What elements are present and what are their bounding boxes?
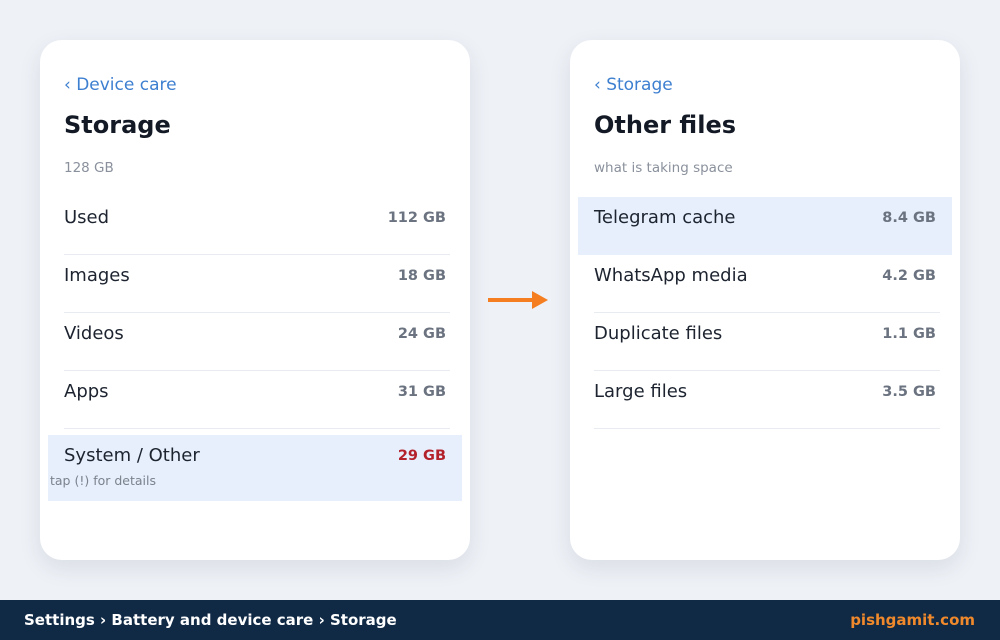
- row-value: 112 GB: [387, 210, 446, 226]
- file-row-large-files[interactable]: Large files 3.5 GB: [594, 371, 940, 429]
- total-capacity-label: 128 GB: [64, 160, 114, 176]
- footer-bar: Settings › Battery and device care › Sto…: [0, 600, 1000, 640]
- row-value: 18 GB: [397, 268, 446, 284]
- storage-row-system-other[interactable]: System / Other 29 GB tap (!) for details: [48, 435, 462, 501]
- row-value: 8.4 GB: [882, 210, 936, 226]
- row-value: 24 GB: [397, 326, 446, 342]
- row-value: 1.1 GB: [882, 326, 936, 342]
- file-row-telegram-cache[interactable]: Telegram cache 8.4 GB: [578, 197, 952, 255]
- storage-breakdown-list: Used 112 GB Images 18 GB Videos 24 GB Ap…: [48, 197, 462, 501]
- storage-row-apps[interactable]: Apps 31 GB: [64, 371, 450, 429]
- row-label: WhatsApp media: [594, 265, 748, 286]
- file-row-duplicate-files[interactable]: Duplicate files 1.1 GB: [594, 313, 940, 371]
- storage-row-images[interactable]: Images 18 GB: [64, 255, 450, 313]
- row-label: Large files: [594, 381, 688, 402]
- brand-watermark: pishgamit.com: [850, 611, 975, 629]
- arrow-right-icon: [488, 291, 548, 309]
- row-value: 29 GB: [397, 448, 446, 464]
- other-files-screen-card: ‹ Storage Other files what is taking spa…: [570, 40, 960, 560]
- back-to-device-care-link[interactable]: ‹ Device care: [64, 75, 177, 95]
- row-label: Used: [64, 207, 110, 228]
- storage-row-videos[interactable]: Videos 24 GB: [64, 313, 450, 371]
- row-value: 31 GB: [397, 384, 446, 400]
- other-files-list: Telegram cache 8.4 GB WhatsApp media 4.2…: [578, 197, 952, 429]
- storage-screen-card: ‹ Device care Storage 128 GB Used 112 GB…: [40, 40, 470, 560]
- page-title: Storage: [64, 111, 171, 139]
- row-label: Duplicate files: [594, 323, 723, 344]
- storage-row-used[interactable]: Used 112 GB: [64, 197, 450, 255]
- row-label: Videos: [64, 323, 124, 344]
- row-label: Images: [64, 265, 130, 286]
- page-subtitle: what is taking space: [594, 160, 733, 176]
- details-hint: tap (!) for details: [50, 473, 157, 488]
- back-to-storage-link[interactable]: ‹ Storage: [594, 75, 673, 95]
- row-value: 4.2 GB: [882, 268, 936, 284]
- row-value: 3.5 GB: [882, 384, 936, 400]
- row-label: Telegram cache: [594, 207, 736, 228]
- file-row-whatsapp-media[interactable]: WhatsApp media 4.2 GB: [594, 255, 940, 313]
- row-label: Apps: [64, 381, 109, 402]
- page-title: Other files: [594, 111, 737, 139]
- settings-breadcrumb: Settings › Battery and device care › Sto…: [24, 611, 397, 629]
- row-label: System / Other: [64, 445, 200, 466]
